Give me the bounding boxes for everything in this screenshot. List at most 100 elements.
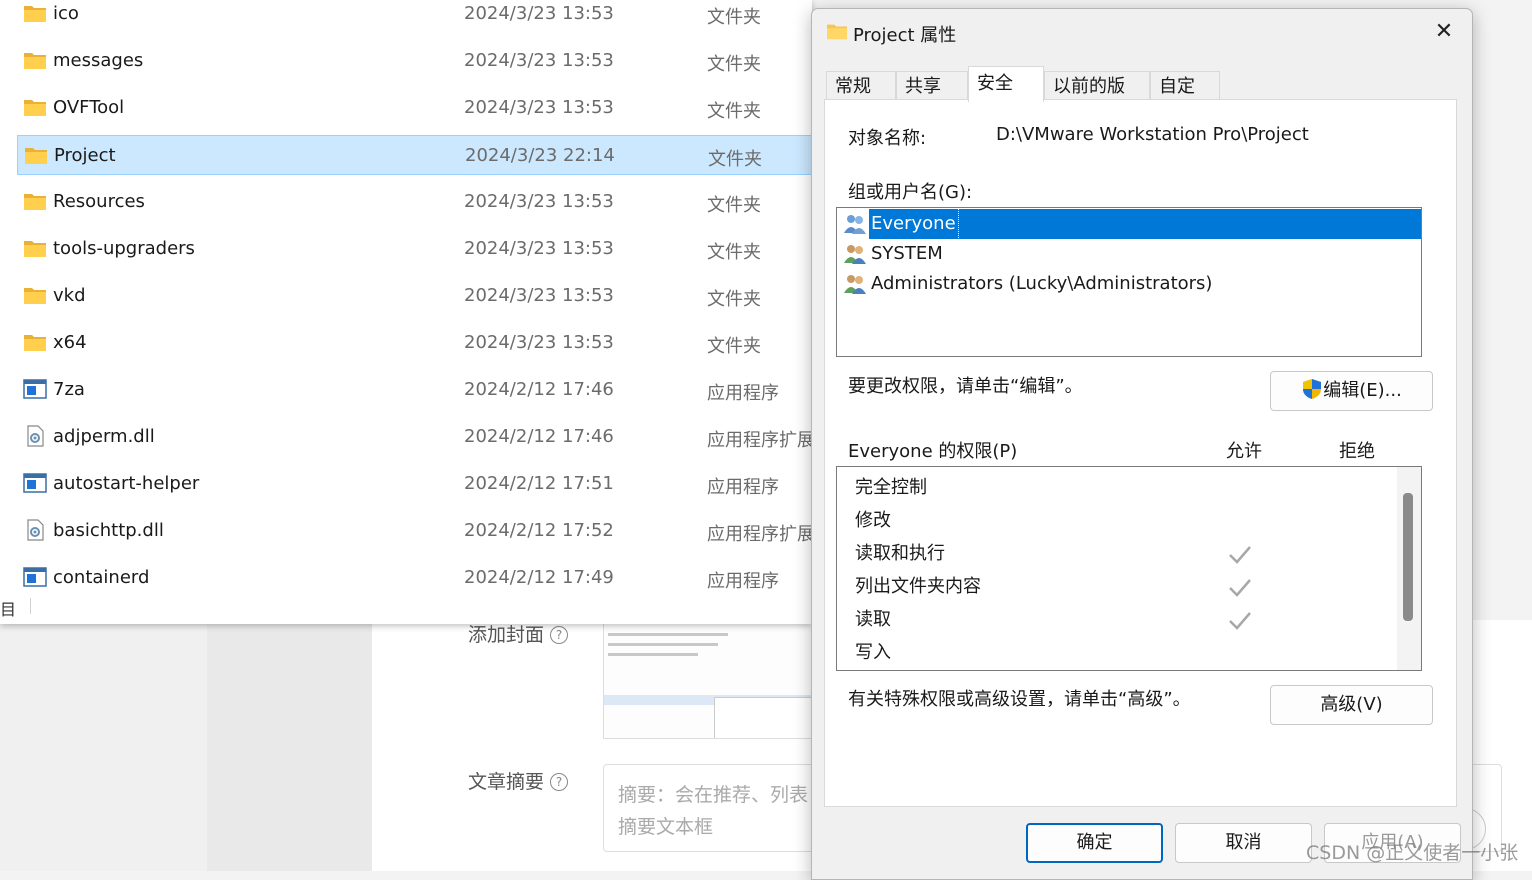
- file-row[interactable]: Resources 2024/3/23 13:53 文件夹: [17, 182, 812, 222]
- file-row[interactable]: OVFTool 2024/3/23 13:53 文件夹: [17, 88, 812, 128]
- file-date: 2024/3/23 22:14: [465, 145, 615, 166]
- file-type: 文件夹: [707, 7, 761, 28]
- help-icon[interactable]: ?: [550, 626, 569, 644]
- file-row[interactable]: ico 2024/3/23 13:53 文件夹: [17, 0, 812, 34]
- file-name: adjperm.dll: [53, 426, 155, 447]
- permissions-scrollbar[interactable]: [1397, 467, 1421, 670]
- users-icon: [844, 245, 866, 264]
- uac-shield-icon: [1303, 379, 1322, 399]
- file-date: 2024/3/23 13:53: [464, 238, 614, 259]
- folder-icon: [23, 237, 47, 259]
- permission-name: 列出文件夹内容: [855, 576, 981, 597]
- permissions-list[interactable]: 完全控制 修改 读取和执行 列出文件夹内容 读取 写入: [836, 466, 1422, 671]
- user-name: Everyone: [868, 208, 959, 240]
- csdn-watermark: CSDN @正义使者一小张: [1306, 842, 1519, 864]
- user-name: Administrators (Lucky\Administrators): [871, 273, 1213, 294]
- user-row-everyone[interactable]: Everyone: [841, 208, 1421, 240]
- folder-icon: [24, 144, 48, 166]
- file-row[interactable]: adjperm.dll 2024/2/12 17:46 应用程序扩展: [17, 417, 812, 457]
- file-type: 文件夹: [707, 336, 761, 357]
- file-type: 应用程序扩展: [707, 524, 812, 545]
- dll-file-icon: [23, 519, 47, 541]
- file-name: vkd: [53, 285, 86, 306]
- permission-row: 修改: [855, 506, 1395, 536]
- file-row[interactable]: x64 2024/3/23 13:53 文件夹: [17, 323, 812, 363]
- cancel-button[interactable]: 取消: [1175, 823, 1312, 863]
- scrollbar-thumb[interactable]: [1403, 493, 1413, 621]
- file-row[interactable]: basichttp.dll 2024/2/12 17:52 应用程序扩展: [17, 511, 812, 551]
- cover-thumbnail[interactable]: [603, 622, 815, 739]
- summary-placeholder-line2: 摘要文本框: [618, 816, 714, 838]
- file-date: 2024/3/23 13:53: [464, 97, 614, 118]
- permission-row: 读取: [855, 605, 1395, 635]
- tab-general[interactable]: 常规: [826, 71, 896, 101]
- permission-row: 写入: [855, 638, 1395, 668]
- status-separator: [30, 598, 31, 614]
- folder-icon: [23, 96, 47, 118]
- file-name: autostart-helper: [53, 473, 200, 494]
- file-date: 2024/2/12 17:52: [464, 520, 614, 541]
- file-date: 2024/2/12 17:49: [464, 567, 614, 588]
- users-icon: [844, 215, 866, 234]
- file-row[interactable]: messages 2024/3/23 13:53 文件夹: [17, 41, 812, 81]
- tab-sharing[interactable]: 共享: [896, 71, 968, 101]
- editor-left-column: [207, 620, 372, 871]
- file-name: messages: [53, 50, 144, 71]
- file-date: 2024/3/23 13:53: [464, 3, 614, 24]
- dll-file-icon: [23, 425, 47, 447]
- checkmark-icon: [1229, 579, 1251, 597]
- file-type: 文件夹: [707, 195, 761, 216]
- cover-label: 添加封面?: [468, 620, 569, 647]
- users-icon: [844, 275, 866, 294]
- object-name-value: D:\VMware Workstation Pro\Project: [996, 124, 1309, 145]
- summary-label: 文章摘要?: [468, 767, 569, 794]
- file-row[interactable]: vkd 2024/3/23 13:53 文件夹: [17, 276, 812, 316]
- tab-previous-versions[interactable]: 以前的版本: [1044, 71, 1150, 127]
- file-name: ico: [53, 3, 79, 24]
- file-row[interactable]: autostart-helper 2024/2/12 17:51 应用程序: [17, 464, 812, 504]
- checkmark-icon: [1229, 546, 1251, 564]
- file-type: 文件夹: [707, 289, 761, 310]
- file-name: containerd: [53, 567, 150, 588]
- file-type: 文件夹: [708, 149, 762, 170]
- users-listbox[interactable]: Everyone SYSTEM Administrators (Lucky\Ad…: [836, 207, 1422, 357]
- user-name: SYSTEM: [871, 243, 943, 264]
- user-row-administrators[interactable]: Administrators (Lucky\Administrators): [841, 269, 1419, 299]
- user-row-system[interactable]: SYSTEM: [841, 239, 1419, 269]
- groups-label: 组或用户名(G):: [848, 182, 973, 203]
- file-date: 2024/2/12 17:46: [464, 426, 614, 447]
- title-bar[interactable]: Project 属性 ✕: [812, 9, 1472, 55]
- tab-security[interactable]: 安全: [968, 66, 1044, 102]
- file-row[interactable]: Project 2024/3/23 22:14 文件夹: [17, 135, 812, 175]
- advanced-button[interactable]: 高级(V): [1270, 685, 1433, 725]
- file-name: Resources: [53, 191, 145, 212]
- tab-customize[interactable]: 自定义: [1150, 71, 1220, 127]
- close-button[interactable]: ✕: [1426, 17, 1462, 47]
- file-row[interactable]: tools-upgraders 2024/3/23 13:53 文件夹: [17, 229, 812, 269]
- status-bar-item: 目: [0, 600, 17, 619]
- permission-name: 读取: [855, 609, 891, 630]
- file-name: tools-upgraders: [53, 238, 195, 259]
- edit-button[interactable]: 编辑(E)...: [1270, 371, 1433, 411]
- file-type: 文件夹: [707, 101, 761, 122]
- file-row[interactable]: containerd 2024/2/12 17:49 应用程序: [17, 558, 812, 598]
- help-icon[interactable]: ?: [550, 773, 569, 791]
- permission-name: 读取和执行: [855, 543, 945, 564]
- advanced-hint: 有关特殊权限或高级设置，请单击“高级”。: [848, 689, 1191, 710]
- file-type: 应用程序扩展: [707, 430, 812, 451]
- file-type: 文件夹: [707, 242, 761, 263]
- permission-name: 写入: [855, 642, 891, 663]
- file-date: 2024/3/23 13:53: [464, 285, 614, 306]
- checkmark-icon: [1229, 612, 1251, 630]
- file-name: Project: [54, 145, 116, 166]
- object-name-label: 对象名称:: [848, 128, 927, 149]
- properties-dialog: Project 属性 ✕ 常规 共享 安全 以前的版本 自定义 对象名称: D:…: [811, 8, 1473, 880]
- file-explorer-window: ico 2024/3/23 13:53 文件夹 messages 2024/3/23 1…: [0, 0, 812, 624]
- permission-row: 列出文件夹内容: [855, 572, 1395, 602]
- ok-button[interactable]: 确定: [1026, 823, 1163, 863]
- folder-icon: [23, 49, 47, 71]
- allow-header: 允许: [1226, 441, 1262, 462]
- folder-icon: [23, 2, 47, 24]
- application-icon: [23, 472, 47, 494]
- file-row[interactable]: 7za 2024/2/12 17:46 应用程序: [17, 370, 812, 410]
